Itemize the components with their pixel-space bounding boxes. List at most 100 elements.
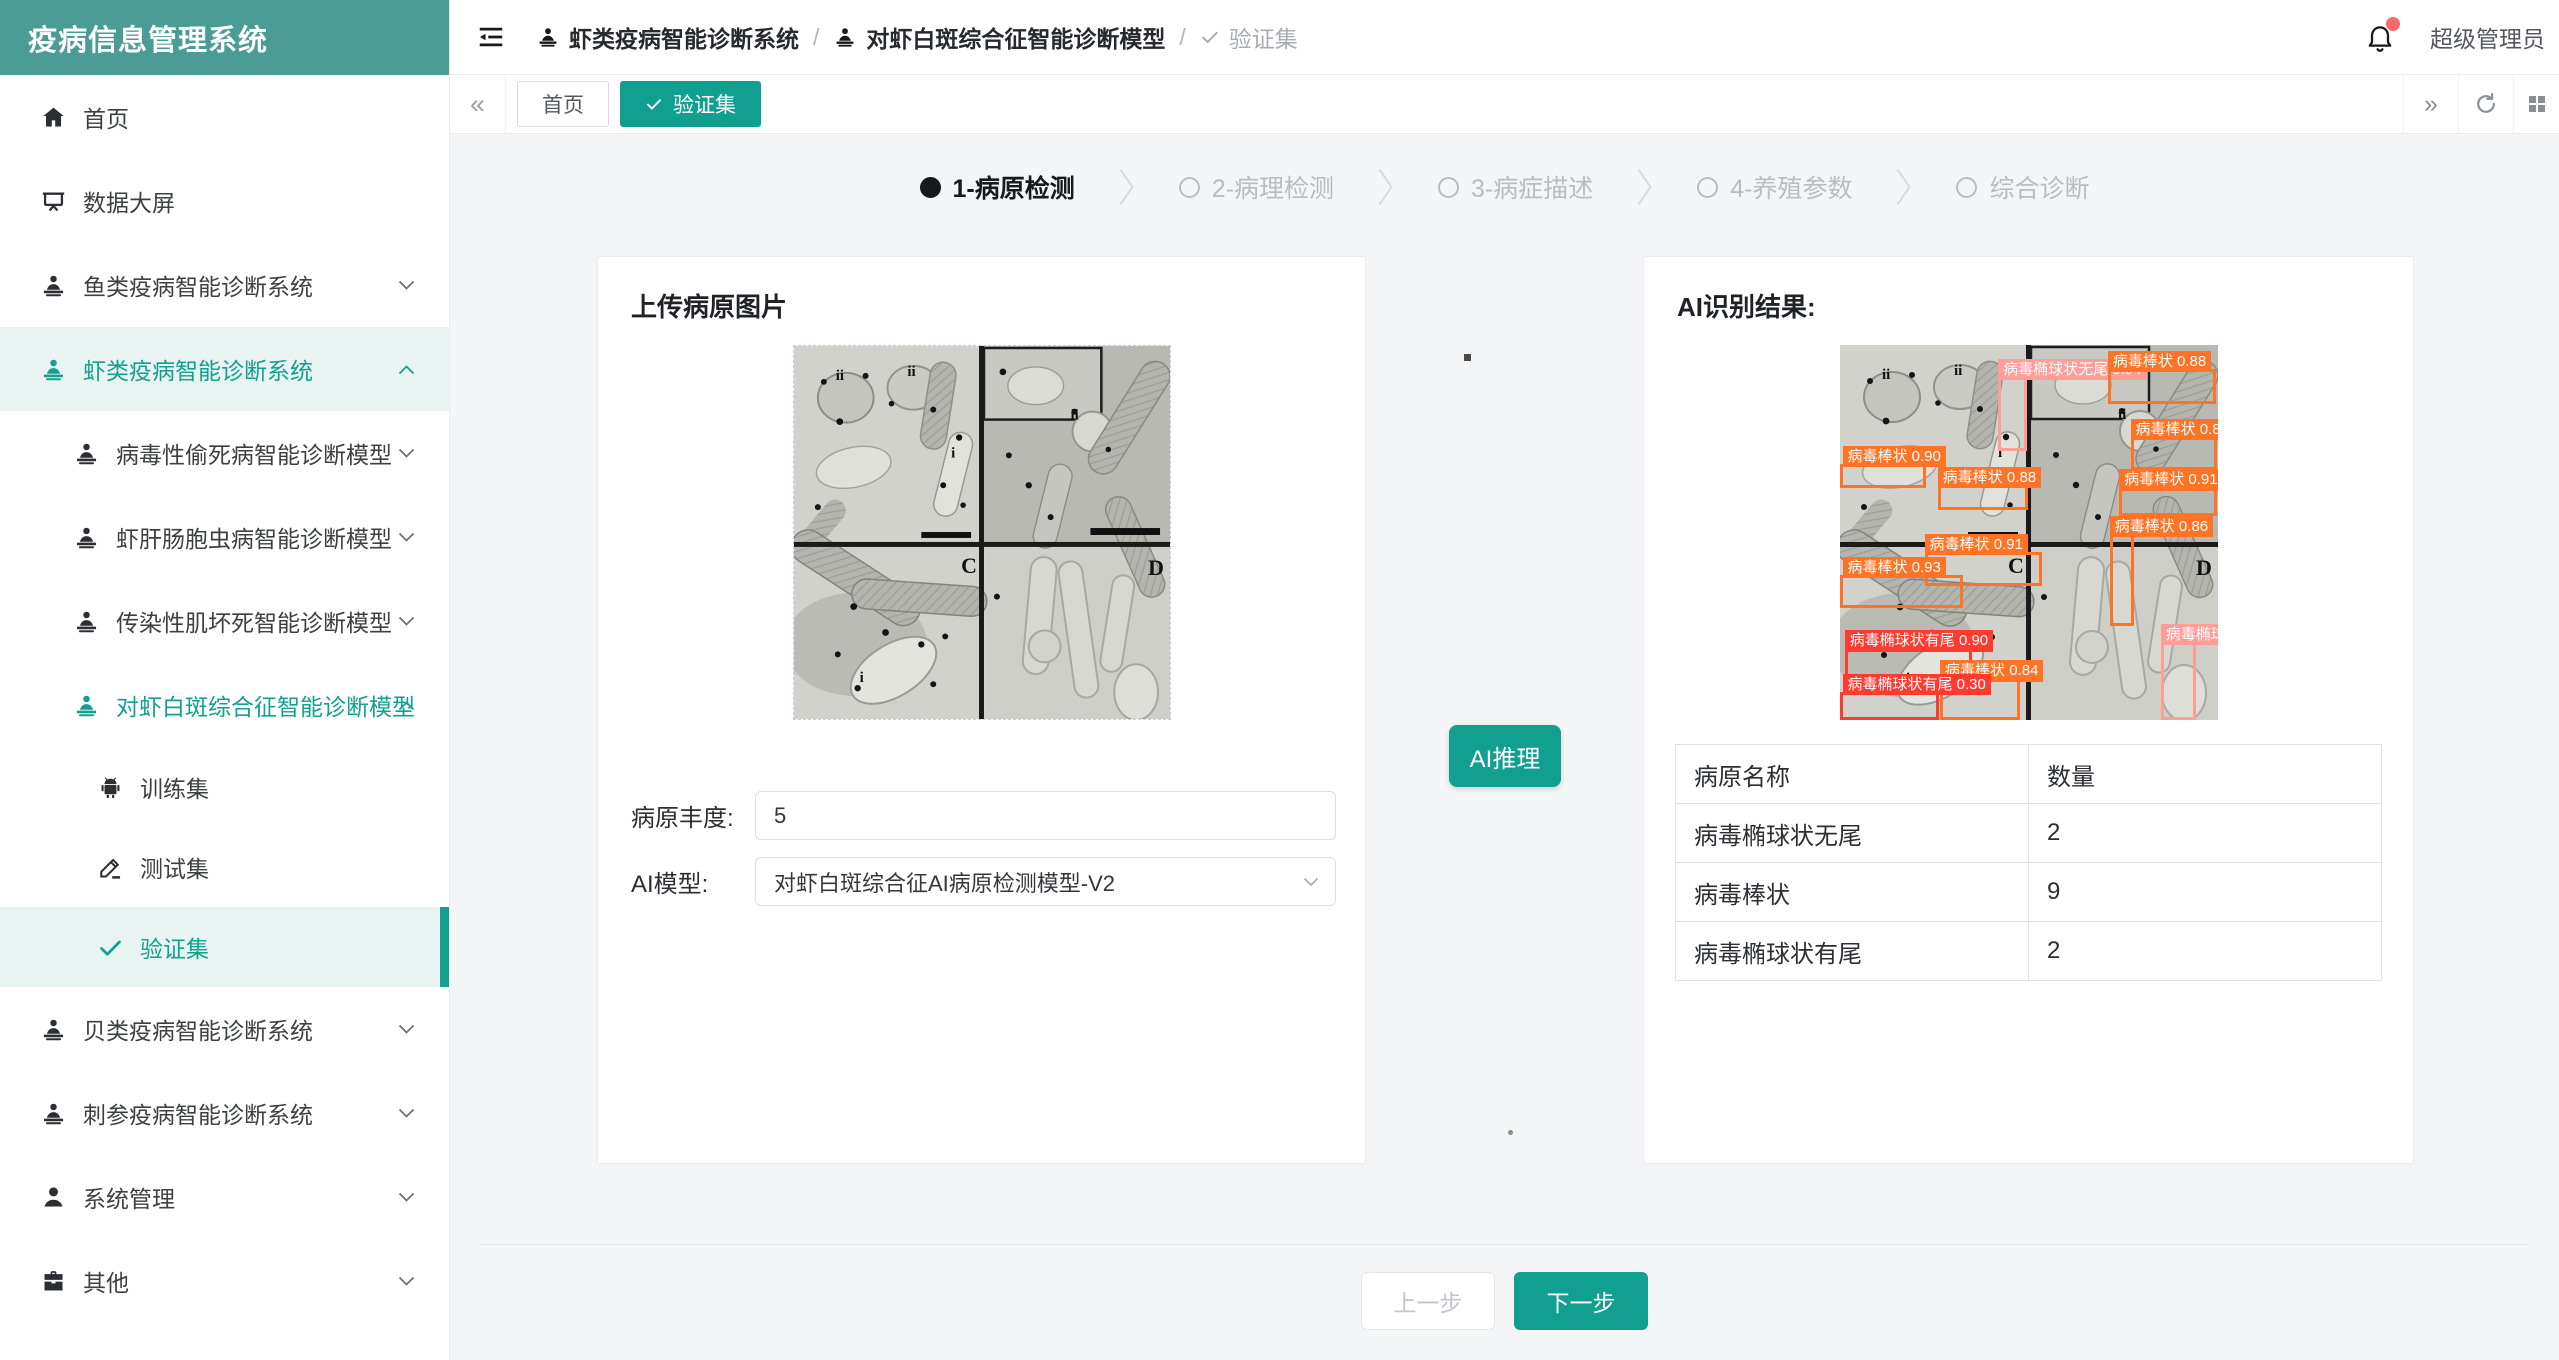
sidebar-item-label: 病毒性偷死病智能诊断模型 — [116, 436, 392, 470]
layout-grid-icon[interactable] — [2513, 75, 2559, 133]
app-title: 疫病信息管理系统 — [0, 0, 449, 75]
pathogen-name-cell: 病毒椭球状无尾 — [1676, 804, 2029, 863]
step-arrow-icon — [1119, 168, 1135, 206]
chevron-down-icon — [398, 616, 415, 627]
table-header-pathogen: 病原名称 — [1676, 745, 2029, 804]
breadcrumb-item-shrimp-system[interactable]: 虾类疫病智能诊断系统 — [536, 20, 799, 54]
breadcrumb-item-wssv-model[interactable]: 对虾白斑综合征智能诊断模型 — [833, 20, 1165, 54]
check-icon — [1200, 27, 1220, 47]
chevron-down-icon — [398, 1192, 415, 1203]
chevron-down-icon — [398, 532, 415, 543]
sidebar-item-ehp-model[interactable]: 虾肝肠胞虫病智能诊断模型 — [0, 495, 449, 579]
detection-label: 病毒椭球状有尾 0.90 — [1845, 630, 1993, 652]
diagnosis-desk-icon — [40, 1100, 67, 1127]
tab-home[interactable]: 首页 — [517, 81, 609, 127]
next-step-button[interactable]: 下一步 — [1514, 1272, 1648, 1330]
detection-box: 病毒棒状 0.88 — [1938, 485, 2028, 509]
sidebar-item-system-admin[interactable]: 系统管理 — [0, 1155, 449, 1239]
detection-box: 病毒椭球 — [2161, 642, 2196, 719]
sidebar-item-shellfish-system[interactable]: 贝类疫病智能诊断系统 — [0, 987, 449, 1071]
pathogen-count-cell: 2 — [2029, 804, 2382, 863]
breadcrumb-item-validation-set: 验证集 — [1200, 20, 1298, 54]
current-user[interactable]: 超级管理员 — [2430, 20, 2545, 54]
refresh-icon[interactable] — [2458, 75, 2513, 133]
tabs-scroll-left-icon[interactable]: « — [450, 75, 506, 133]
tab-validation-set[interactable]: 验证集 — [620, 81, 761, 127]
abundance-input[interactable] — [755, 791, 1336, 840]
step-label: 综合诊断 — [1989, 169, 2089, 205]
upload-panel: 上传病原图片 病原丰度: AI模型: 对虾白斑综合征AI病原检测模型-V2 — [597, 256, 1366, 1164]
ai-model-select[interactable]: 对虾白斑综合征AI病原检测模型-V2 — [755, 857, 1336, 906]
sidebar-item-label: 其他 — [83, 1264, 129, 1298]
table-header-count: 数量 — [2029, 745, 2382, 804]
sidebar-item-label: 传染性肌坏死智能诊断模型 — [116, 604, 392, 638]
detection-box: 病毒棒状 0.88 — [2108, 369, 2216, 404]
diagnosis-desk-icon — [73, 524, 100, 551]
step-dot — [1697, 177, 1718, 198]
detection-label: 病毒椭球 — [2161, 624, 2218, 646]
panels-row: 上传病原图片 病原丰度: AI模型: 对虾白斑综合征AI病原检测模型-V2 — [450, 256, 2559, 1164]
breadcrumb: 虾类疫病智能诊断系统 / 对虾白斑综合征智能诊断模型 / 验证集 — [536, 20, 1298, 54]
result-panel-title: AI识别结果: — [1677, 287, 2413, 324]
abundance-label: 病原丰度: — [631, 798, 755, 833]
sidebar-item-shrimp-system[interactable]: 虾类疫病智能诊断系统 — [0, 327, 449, 411]
sidebar-item-imn-model[interactable]: 传染性肌坏死智能诊断模型 — [0, 579, 449, 663]
sidebar-item-validation-set[interactable]: 验证集 — [0, 907, 449, 987]
detection-label: 病毒椭球状有尾 0.30 — [1843, 674, 1991, 696]
prev-step-button[interactable]: 上一步 — [1361, 1272, 1495, 1330]
annotated-result-image: 病毒椭球状无尾 0.94 病毒棒状 0.88 病毒棒状 0.88 病毒棒状 0.… — [1840, 345, 2218, 720]
sidebar-item-fish-system[interactable]: 鱼类疫病智能诊断系统 — [0, 243, 449, 327]
tabs-scroll-right-icon[interactable]: » — [2403, 75, 2458, 133]
chevron-down-icon — [398, 280, 415, 291]
sidebar-item-training-set[interactable]: 训练集 — [0, 747, 449, 827]
table-header-row: 病原名称 数量 — [1676, 745, 2382, 804]
pathogen-count-cell: 9 — [2029, 863, 2382, 922]
notification-badge — [2386, 17, 2400, 31]
top-navbar: 虾类疫病智能诊断系统 / 对虾白斑综合征智能诊断模型 / 验证集 超级管理员 — [450, 0, 2559, 75]
detection-box: 病毒棒状 0.91 — [2119, 488, 2217, 516]
check-icon — [97, 934, 124, 961]
step-label: 1-病原检测 — [953, 169, 1075, 205]
sidebar-item-other[interactable]: 其他 — [0, 1239, 449, 1323]
sidebar-menu: 首页 数据大屏 鱼类疫病智能诊断系统 虾类疫病智能诊断系统 病毒性偷死病智能诊断… — [0, 75, 449, 1323]
sidebar-item-home[interactable]: 首页 — [0, 75, 449, 159]
detection-label: 病毒棒状 0.91 — [1925, 534, 2028, 556]
menu-fold-icon[interactable] — [476, 22, 506, 52]
upload-form: 病原丰度: AI模型: 对虾白斑综合征AI病原检测模型-V2 — [631, 791, 1365, 906]
detection-label: 病毒棒状 0.93 — [1843, 557, 1946, 579]
sidebar-item-viral-death-model[interactable]: 病毒性偷死病智能诊断模型 — [0, 411, 449, 495]
chevron-up-icon — [398, 364, 415, 375]
sidebar-item-test-set[interactable]: 测试集 — [0, 827, 449, 907]
briefcase-icon — [40, 1268, 67, 1295]
notification-bell-icon[interactable] — [2364, 21, 2396, 53]
diagnosis-desk-icon — [40, 1016, 67, 1043]
sidebar-item-sea-cucumber-system[interactable]: 刺参疫病智能诊断系统 — [0, 1071, 449, 1155]
step-dot — [1179, 177, 1200, 198]
ai-model-label: AI模型: — [631, 864, 755, 899]
step-label: 4-养殖参数 — [1730, 169, 1852, 205]
detection-label: 病毒棒状 0.91 — [2119, 469, 2217, 491]
step-arrow-icon — [1637, 168, 1653, 206]
step-comprehensive-diagnosis: 综合诊断 — [1956, 169, 2089, 205]
sidebar-item-label: 系统管理 — [83, 1180, 175, 1214]
table-row: 病毒椭球状有尾 2 — [1676, 922, 2382, 981]
ai-infer-button[interactable]: AI推理 — [1449, 725, 1561, 787]
sidebar-item-data-screen[interactable]: 数据大屏 — [0, 159, 449, 243]
breadcrumb-label: 虾类疫病智能诊断系统 — [569, 20, 799, 54]
diagnosis-desk-icon — [40, 272, 67, 299]
result-panel: AI识别结果: 病毒椭球状无尾 0.94 病毒棒状 0.88 病毒棒状 0.88… — [1643, 256, 2414, 1164]
chevron-down-icon — [1303, 877, 1319, 887]
sidebar-item-label: 贝类疫病智能诊断系统 — [83, 1012, 313, 1046]
diagnosis-desk-icon — [73, 440, 100, 467]
diagnosis-desk-icon — [536, 25, 560, 49]
diagnosis-desk-icon — [73, 608, 100, 635]
detection-box: 病毒棒状 0.90 — [1840, 464, 1926, 487]
sidebar-item-wssv-model[interactable]: 对虾白斑综合征智能诊断模型 — [0, 663, 449, 747]
pathogen-image-upload[interactable] — [793, 345, 1171, 720]
detection-label: 病毒棒状 0.88 — [1938, 467, 2041, 489]
screen-board-icon — [40, 188, 67, 215]
check-icon — [645, 95, 663, 113]
screen-artifact-dot — [1508, 1130, 1513, 1135]
step-dot — [1438, 177, 1459, 198]
chevron-down-icon — [398, 1108, 415, 1119]
